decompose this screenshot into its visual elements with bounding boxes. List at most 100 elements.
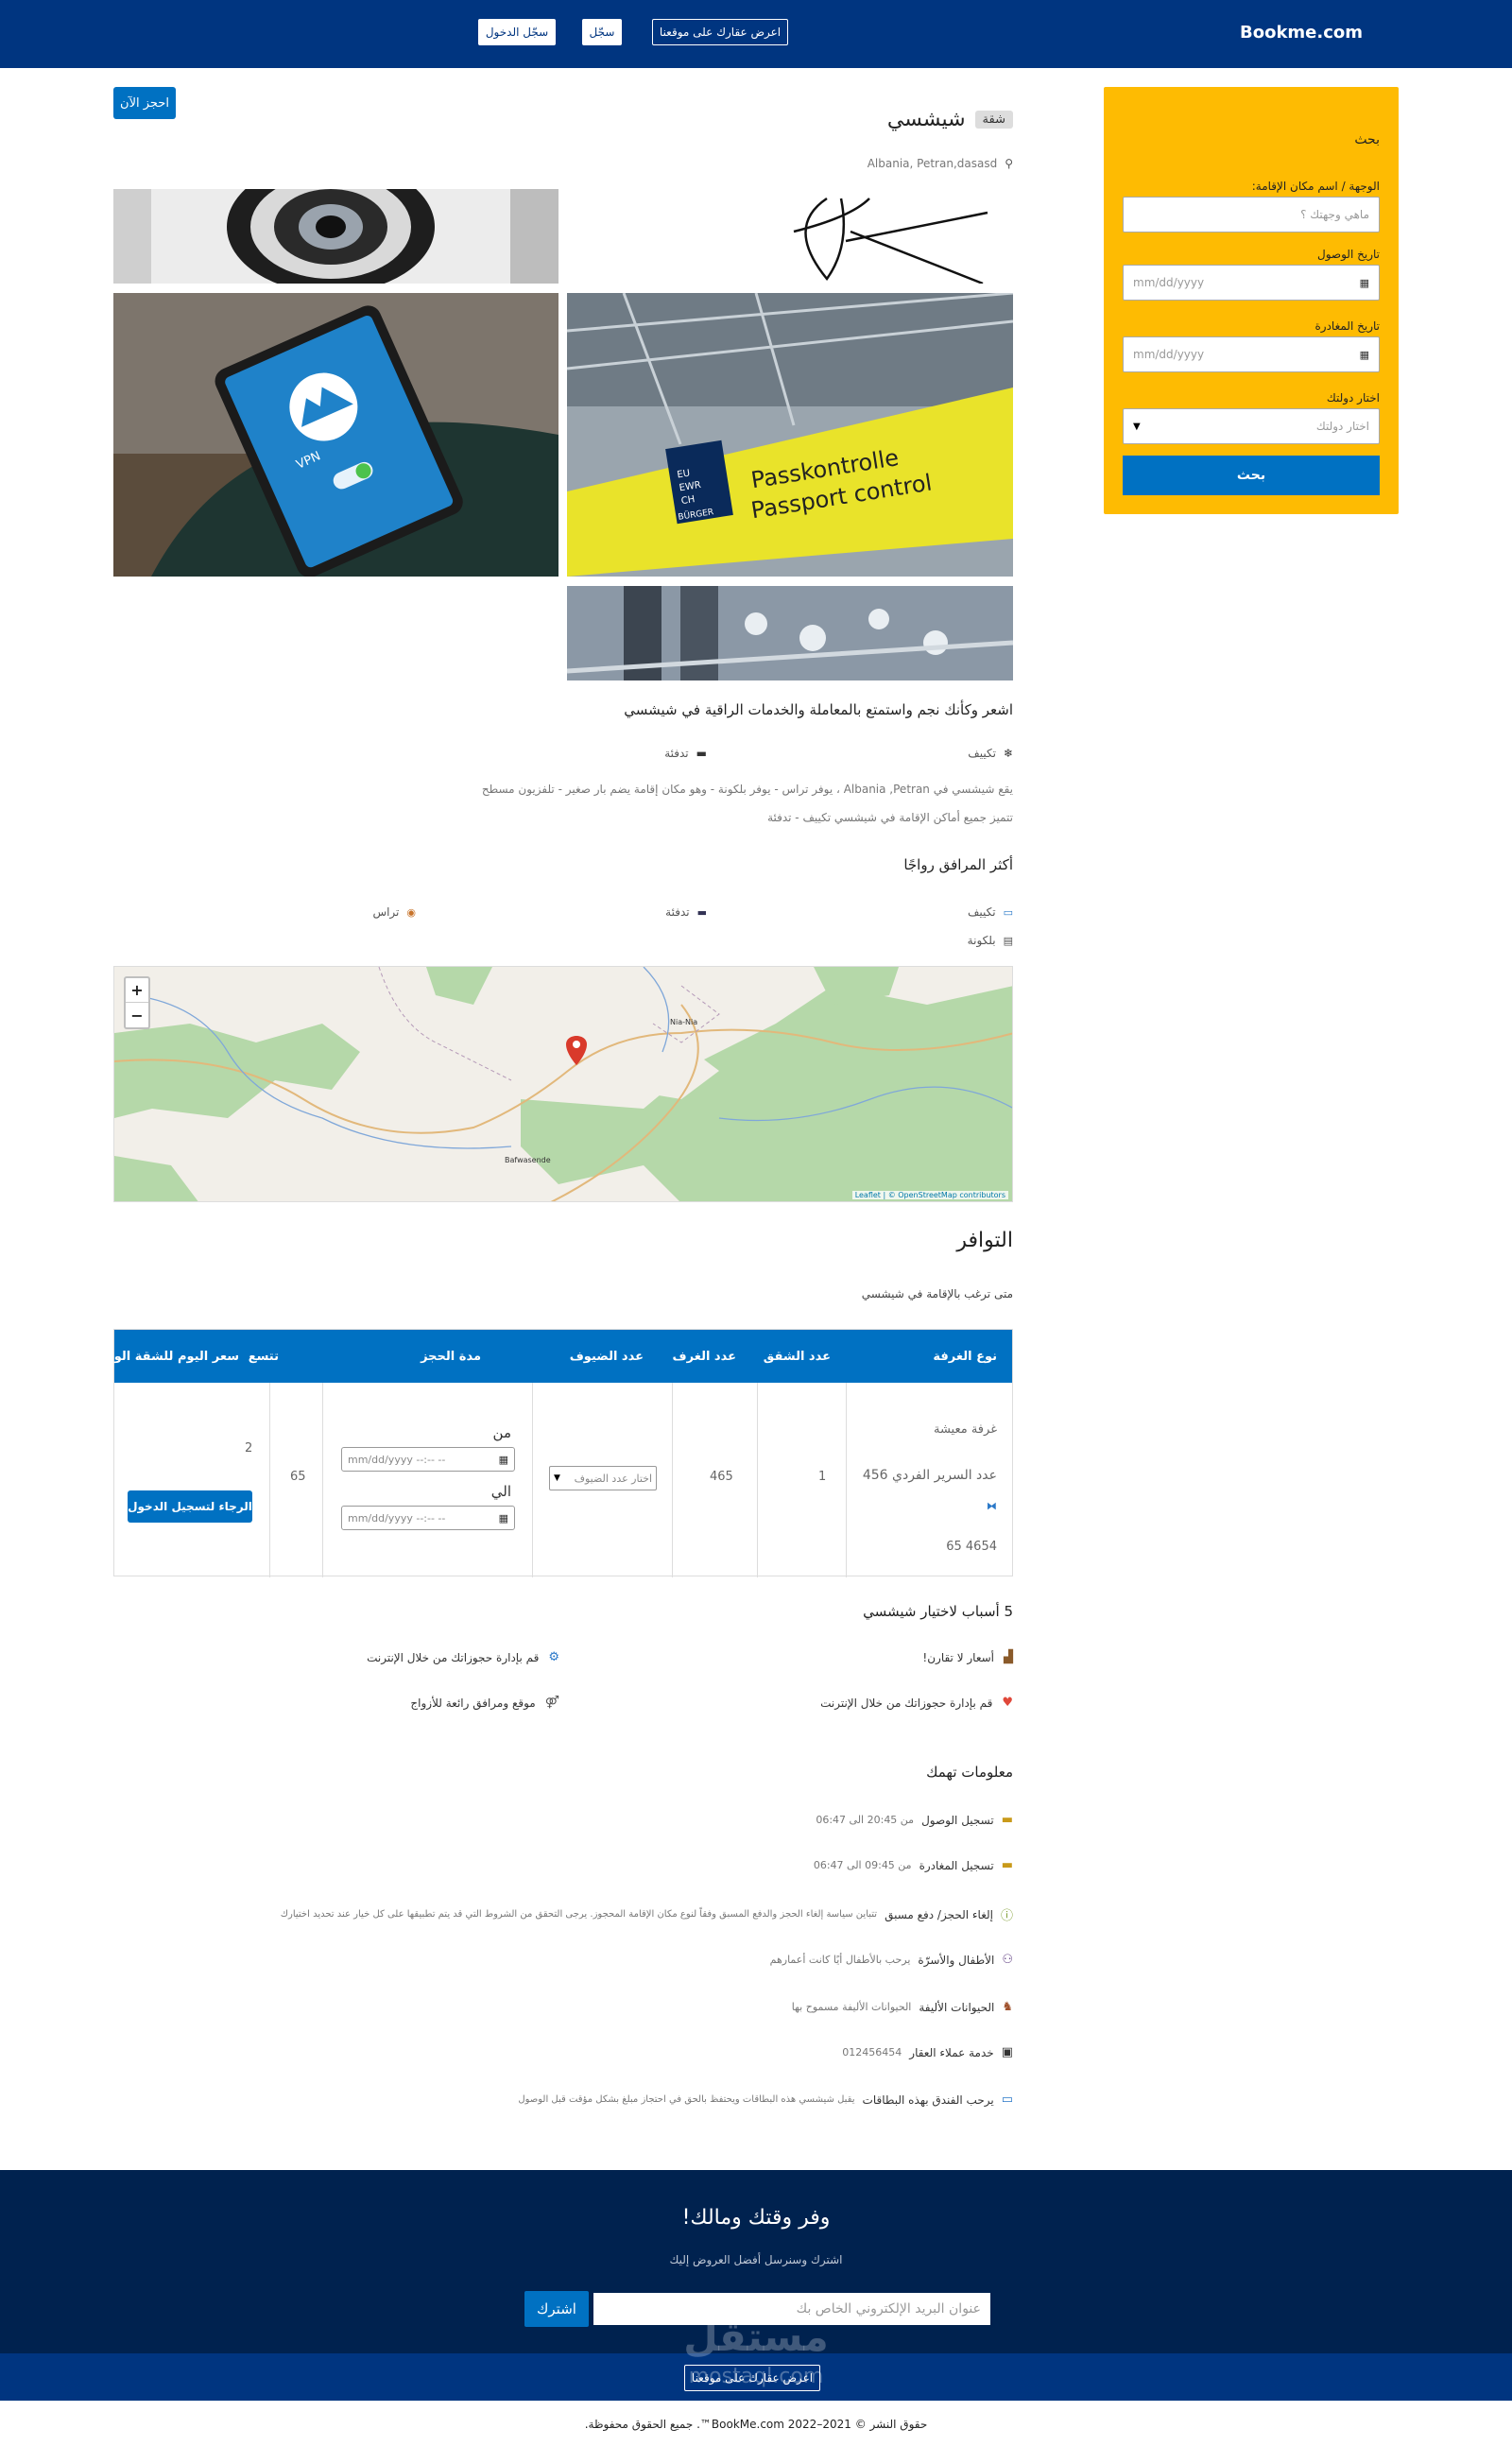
facility-balcony: ▤ بلكونة xyxy=(967,934,1013,947)
checkin-placeholder: mm/dd/yyyy xyxy=(1133,276,1205,289)
info-row-children: ⚇ الأطفال والأسرّة يرحب بالأطفال أيًا كا… xyxy=(769,1953,1013,1967)
property-type-badge: شقة xyxy=(974,111,1013,129)
info-title: معلومات تهمك xyxy=(926,1764,1013,1781)
calendar-icon[interactable]: ▦ xyxy=(1360,277,1369,289)
capacity-value: 65 xyxy=(290,1470,306,1484)
facility-ac: ▭ تكييف xyxy=(967,905,1013,919)
search-button[interactable]: بحث xyxy=(1123,456,1380,495)
property-map[interactable]: Nia-Nia Bafwasende + − Leaflet | © OpenS… xyxy=(113,966,1013,1202)
property-address: Albania, Petran,dasasd xyxy=(867,157,998,170)
photo-escalators[interactable] xyxy=(567,586,1013,680)
calendar-icon[interactable]: ▦ xyxy=(499,1512,508,1524)
sign-ch-text: CH xyxy=(680,494,696,507)
destination-label: الوجهة / اسم مكان الإقامة: xyxy=(1251,180,1380,193)
brand-logo[interactable]: Bookme.com xyxy=(1240,23,1363,43)
list-property-button[interactable]: اعرض عقارك على موقعنا xyxy=(652,19,788,45)
online-booking-icon: ⚙ xyxy=(548,1650,559,1664)
calendar-icon[interactable]: ▦ xyxy=(499,1454,508,1466)
watermark-logo: مستقل xyxy=(683,2314,829,2360)
quick-feature-ac: ❄ تكييف xyxy=(968,747,1013,760)
map-zoom-in-button[interactable]: + xyxy=(126,978,148,1003)
balcony-icon: ▤ xyxy=(1003,934,1013,947)
property-description-1: يقع شيشسي في Albania ,Petran ، يوفر تراس… xyxy=(481,783,1013,796)
property-description-2: تتميز جميع أماكن الإقامة في شيشسي تكييف … xyxy=(767,811,1013,824)
sign-eu-text: EU xyxy=(677,469,691,481)
copyright-bar: حقوق النشر © 2021–2022 BookMe.com™. جميع… xyxy=(0,2401,1512,2446)
chevron-down-icon: ▼ xyxy=(554,1473,560,1483)
map-zoom-out-button[interactable]: − xyxy=(126,1003,148,1027)
login-to-book-button[interactable]: الرجاء لتسجيل الدخول xyxy=(128,1490,252,1523)
photo-signature[interactable] xyxy=(567,189,1013,284)
air-conditioner-icon: ▭ xyxy=(1003,905,1013,919)
availability-table: نوع الغرفة عدد الشقق عدد الغرف عدد الضيو… xyxy=(87,1329,1013,1577)
copyright-text: حقوق النشر © 2021–2022 BookMe.com™. جميع… xyxy=(584,2418,928,2431)
info-row-cards: ▭ يرحب الفندق بهذه البطاقات يقبل شيشسي ه… xyxy=(518,2093,1013,2107)
from-date-input[interactable]: mm/dd/yyyy --:-- -- ▦ xyxy=(341,1447,515,1472)
info-icon: ⓘ xyxy=(1000,1909,1013,1923)
checkout-label: تاريخ المغادرة xyxy=(1314,319,1381,333)
property-tagline: اشعر وكأنك نجم واستمتع بالمعاملة والخدما… xyxy=(624,701,1013,718)
map-attribution[interactable]: Leaflet | © OpenStreetMap contributors xyxy=(851,1191,1008,1199)
subscribe-button[interactable]: اشترك xyxy=(524,2291,589,2327)
chevron-down-icon: ▼ xyxy=(1133,421,1141,432)
col-rooms: عدد الغرف xyxy=(672,1349,736,1364)
reasons-title: 5 أسباب لاختيار شيشسي xyxy=(863,1603,1013,1620)
country-select[interactable]: اختار دولتك ▼ xyxy=(1123,408,1380,444)
availability-title: التوافر xyxy=(956,1229,1013,1252)
map-place-bafwasende: Bafwasende xyxy=(505,1156,551,1164)
register-button[interactable]: سجّل xyxy=(582,19,622,45)
col-duration: مدة الحجز xyxy=(421,1349,481,1364)
destination-input[interactable]: ماهي وجهتك ؟ xyxy=(1123,197,1380,233)
person-pin-icon: ⚲ xyxy=(1005,157,1013,170)
property-name: شيشسي xyxy=(886,108,966,131)
checkout-placeholder: mm/dd/yyyy xyxy=(1133,348,1205,361)
rooms-value: 465 xyxy=(710,1470,733,1484)
reason-item-couples: ⚤ موقع ومرافق رائعة للأزواج xyxy=(410,1696,559,1710)
credit-card-icon: ▭ xyxy=(1001,2093,1013,2107)
watermark-sub: mostaql.com xyxy=(688,2365,824,2388)
guests-select[interactable]: اختار عدد الضيوف ▼ xyxy=(549,1466,657,1490)
top-navbar: Bookme.com اعرض عقارك على موقعنا سجّل سج… xyxy=(0,0,1512,68)
table-header: نوع الغرفة عدد الشقق عدد الغرف عدد الضيو… xyxy=(87,1330,1012,1383)
country-label: اختار دولتك xyxy=(1326,391,1380,405)
search-title: بحث xyxy=(1354,132,1380,147)
info-row-customer-service: ▣ خدمة عملاء العقار 012456454 xyxy=(842,2045,1013,2059)
room-type-value: غرفة معيشة xyxy=(933,1422,997,1437)
heart-icon: ♥ xyxy=(1002,1696,1013,1710)
col-price: سعر اليوم للشقة الواحدة xyxy=(86,1349,239,1364)
info-row-cancellation: ⓘ إلغاء الحجز/ دفع مسبق تتباين سياسة إلغ… xyxy=(281,1905,1013,1924)
from-label: من xyxy=(492,1424,511,1441)
calendar-icon: ▬ xyxy=(1001,1813,1013,1827)
photo-vpn-tablet[interactable]: VPN xyxy=(113,293,558,577)
reason-item-manage-2: ♥ قم بإدارة حجوزاتك من خلال الإنترنت xyxy=(820,1696,1013,1710)
couple-icon: ⚤ xyxy=(544,1696,559,1710)
facilities-title: أكثر المرافق رواجًا xyxy=(903,856,1013,873)
reason-item-manage-1: ⚙ قم بإدارة حجوزاتك من خلال الإنترنت xyxy=(367,1650,559,1664)
col-capacity: تتسع xyxy=(248,1349,279,1364)
quick-feature-heating: ▬ تدفئة xyxy=(664,747,707,760)
heater-icon: ▬ xyxy=(696,747,707,760)
pet-icon: ♞ xyxy=(1002,2000,1013,2014)
checkin-label: تاريخ الوصول xyxy=(1317,248,1380,261)
apartments-value: 1 xyxy=(818,1470,827,1484)
info-row-pets: ♞ الحيوانات الأليفة الحيوانات الأليفة مس… xyxy=(791,2000,1013,2014)
property-title-row: شقة شيشسي xyxy=(887,108,1013,131)
photo-passport-control[interactable]: EU EWR CH BÜRGER Passkontrolle Passport … xyxy=(567,293,1013,577)
country-placeholder: اختار دولتك xyxy=(1315,420,1369,433)
checkout-date-input[interactable]: mm/dd/yyyy ▦ xyxy=(1123,336,1380,372)
search-panel: بحث الوجهة / اسم مكان الإقامة: ماهي وجهت… xyxy=(1104,87,1399,514)
availability-subtitle: متى ترغب بالإقامة في شيشسي xyxy=(861,1287,1013,1301)
login-button[interactable]: سجّل الدخول xyxy=(478,19,556,45)
photo-camera-lens[interactable] xyxy=(113,189,558,284)
room-dims-value: 65 4654 xyxy=(946,1540,997,1554)
to-label: الي xyxy=(490,1483,511,1500)
calendar-icon[interactable]: ▦ xyxy=(1360,349,1369,361)
facility-heating: ▬ تدفئة xyxy=(665,905,707,919)
bed-icon: ⧓ xyxy=(987,1500,997,1512)
info-row-checkout: ▬ تسجيل المغادرة من 09:45 الى 06:47 xyxy=(813,1858,1013,1872)
book-now-button[interactable]: احجز الآن xyxy=(113,87,176,119)
to-date-input[interactable]: mm/dd/yyyy --:-- -- ▦ xyxy=(341,1506,515,1530)
family-icon: ⚇ xyxy=(1002,1953,1013,1967)
reason-item-price: ▟ أسعار لا تقارن! xyxy=(922,1650,1013,1664)
checkin-date-input[interactable]: mm/dd/yyyy ▦ xyxy=(1123,265,1380,301)
